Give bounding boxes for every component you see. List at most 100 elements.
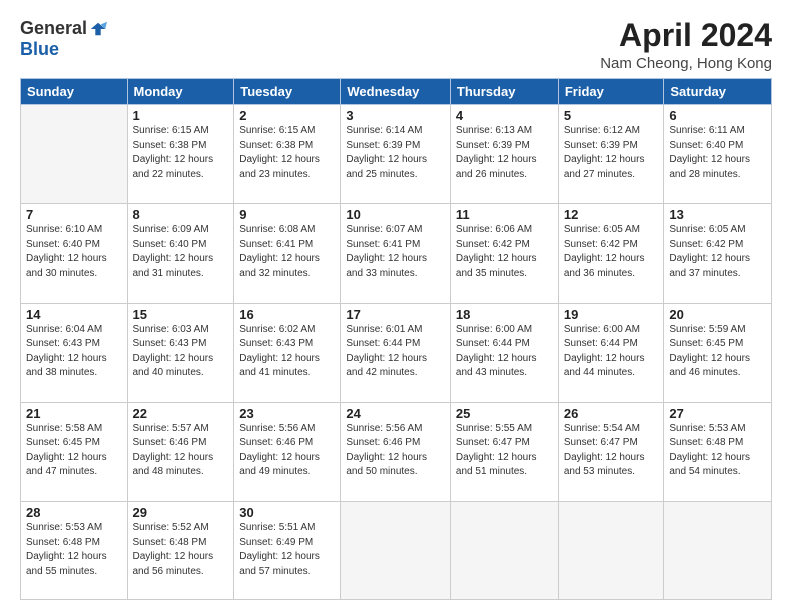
day-info: Sunrise: 5:53 AMSunset: 6:48 PMDaylight:… xyxy=(669,422,766,480)
calendar-day-cell: 11Sunrise: 6:06 AMSunset: 6:42 PMDayligh… xyxy=(450,204,558,303)
calendar-day-cell: 3Sunrise: 6:14 AMSunset: 6:39 PMDaylight… xyxy=(341,105,451,204)
day-number: 18 xyxy=(456,307,553,322)
day-info: Sunrise: 6:05 AMSunset: 6:42 PMDaylight:… xyxy=(564,223,659,281)
day-number: 17 xyxy=(346,307,445,322)
calendar-day-cell: 19Sunrise: 6:00 AMSunset: 6:44 PMDayligh… xyxy=(558,303,664,402)
calendar-day-cell: 21Sunrise: 5:58 AMSunset: 6:45 PMDayligh… xyxy=(21,402,128,501)
header: General Blue April 2024 Nam Cheong, Hong… xyxy=(20,18,772,72)
day-number: 10 xyxy=(346,207,445,222)
day-info: Sunrise: 5:51 AMSunset: 6:49 PMDaylight:… xyxy=(239,521,335,579)
calendar-day-cell: 10Sunrise: 6:07 AMSunset: 6:41 PMDayligh… xyxy=(341,204,451,303)
day-number: 20 xyxy=(669,307,766,322)
logo: General Blue xyxy=(20,18,107,60)
logo-blue-text: Blue xyxy=(20,39,59,60)
day-number: 2 xyxy=(239,108,335,123)
calendar-week-row: 7Sunrise: 6:10 AMSunset: 6:40 PMDaylight… xyxy=(21,204,772,303)
day-number: 24 xyxy=(346,406,445,421)
calendar-day-cell: 6Sunrise: 6:11 AMSunset: 6:40 PMDaylight… xyxy=(664,105,772,204)
calendar-day-header: Saturday xyxy=(664,79,772,105)
day-info: Sunrise: 6:08 AMSunset: 6:41 PMDaylight:… xyxy=(239,223,335,281)
calendar-day-cell: 9Sunrise: 6:08 AMSunset: 6:41 PMDaylight… xyxy=(234,204,341,303)
day-info: Sunrise: 6:10 AMSunset: 6:40 PMDaylight:… xyxy=(26,223,122,281)
day-number: 28 xyxy=(26,505,122,520)
day-number: 25 xyxy=(456,406,553,421)
day-info: Sunrise: 5:56 AMSunset: 6:46 PMDaylight:… xyxy=(346,422,445,480)
day-number: 19 xyxy=(564,307,659,322)
calendar-table: SundayMondayTuesdayWednesdayThursdayFrid… xyxy=(20,78,772,600)
calendar-day-cell xyxy=(21,105,128,204)
day-info: Sunrise: 6:06 AMSunset: 6:42 PMDaylight:… xyxy=(456,223,553,281)
day-number: 21 xyxy=(26,406,122,421)
calendar-day-cell: 17Sunrise: 6:01 AMSunset: 6:44 PMDayligh… xyxy=(341,303,451,402)
calendar-day-cell: 28Sunrise: 5:53 AMSunset: 6:48 PMDayligh… xyxy=(21,502,128,600)
day-info: Sunrise: 6:14 AMSunset: 6:39 PMDaylight:… xyxy=(346,124,445,182)
day-number: 7 xyxy=(26,207,122,222)
day-info: Sunrise: 6:09 AMSunset: 6:40 PMDaylight:… xyxy=(133,223,229,281)
calendar-week-row: 28Sunrise: 5:53 AMSunset: 6:48 PMDayligh… xyxy=(21,502,772,600)
calendar-day-cell: 2Sunrise: 6:15 AMSunset: 6:38 PMDaylight… xyxy=(234,105,341,204)
day-number: 16 xyxy=(239,307,335,322)
calendar-day-cell xyxy=(450,502,558,600)
calendar-day-cell: 5Sunrise: 6:12 AMSunset: 6:39 PMDaylight… xyxy=(558,105,664,204)
day-info: Sunrise: 6:13 AMSunset: 6:39 PMDaylight:… xyxy=(456,124,553,182)
day-info: Sunrise: 6:12 AMSunset: 6:39 PMDaylight:… xyxy=(564,124,659,182)
day-number: 4 xyxy=(456,108,553,123)
calendar-day-cell xyxy=(558,502,664,600)
calendar-header-row: SundayMondayTuesdayWednesdayThursdayFrid… xyxy=(21,79,772,105)
calendar-day-cell xyxy=(664,502,772,600)
calendar-day-cell: 26Sunrise: 5:54 AMSunset: 6:47 PMDayligh… xyxy=(558,402,664,501)
day-number: 22 xyxy=(133,406,229,421)
location: Nam Cheong, Hong Kong xyxy=(600,55,772,72)
day-number: 29 xyxy=(133,505,229,520)
calendar-day-cell: 15Sunrise: 6:03 AMSunset: 6:43 PMDayligh… xyxy=(127,303,234,402)
logo-general-text: General xyxy=(20,18,87,39)
day-number: 8 xyxy=(133,207,229,222)
calendar-day-cell: 29Sunrise: 5:52 AMSunset: 6:48 PMDayligh… xyxy=(127,502,234,600)
calendar-day-cell: 12Sunrise: 6:05 AMSunset: 6:42 PMDayligh… xyxy=(558,204,664,303)
calendar-day-cell: 22Sunrise: 5:57 AMSunset: 6:46 PMDayligh… xyxy=(127,402,234,501)
day-number: 1 xyxy=(133,108,229,123)
day-info: Sunrise: 5:59 AMSunset: 6:45 PMDaylight:… xyxy=(669,323,766,381)
day-number: 12 xyxy=(564,207,659,222)
calendar-week-row: 1 Sunrise: 6:15 AMSunset: 6:38 PMDaylight… xyxy=(21,105,772,204)
calendar-day-header: Monday xyxy=(127,79,234,105)
page: General Blue April 2024 Nam Cheong, Hong… xyxy=(0,0,792,612)
calendar-day-header: Wednesday xyxy=(341,79,451,105)
calendar-day-cell: 23Sunrise: 5:56 AMSunset: 6:46 PMDayligh… xyxy=(234,402,341,501)
day-info: Sunrise: 5:54 AMSunset: 6:47 PMDaylight:… xyxy=(564,422,659,480)
calendar-day-cell: 30Sunrise: 5:51 AMSunset: 6:49 PMDayligh… xyxy=(234,502,341,600)
calendar-day-cell: 4Sunrise: 6:13 AMSunset: 6:39 PMDaylight… xyxy=(450,105,558,204)
day-number: 3 xyxy=(346,108,445,123)
day-info: Sunrise: 5:56 AMSunset: 6:46 PMDaylight:… xyxy=(239,422,335,480)
calendar-week-row: 14Sunrise: 6:04 AMSunset: 6:43 PMDayligh… xyxy=(21,303,772,402)
day-info: Sunrise: 6:15 AMSunset: 6:38 PMDaylight:… xyxy=(239,124,335,182)
day-info: Sunrise: 5:57 AMSunset: 6:46 PMDaylight:… xyxy=(133,422,229,480)
day-number: 23 xyxy=(239,406,335,421)
day-info: Sunrise: 5:53 AMSunset: 6:48 PMDaylight:… xyxy=(26,521,122,579)
day-info: Sunrise: 5:52 AMSunset: 6:48 PMDaylight:… xyxy=(133,521,229,579)
day-number: 5 xyxy=(564,108,659,123)
day-number: 14 xyxy=(26,307,122,322)
calendar-day-cell: 8Sunrise: 6:09 AMSunset: 6:40 PMDaylight… xyxy=(127,204,234,303)
day-info: Sunrise: 6:00 AMSunset: 6:44 PMDaylight:… xyxy=(564,323,659,381)
day-info: Sunrise: 6:04 AMSunset: 6:43 PMDaylight:… xyxy=(26,323,122,381)
day-number: 6 xyxy=(669,108,766,123)
calendar-week-row: 21Sunrise: 5:58 AMSunset: 6:45 PMDayligh… xyxy=(21,402,772,501)
calendar-day-cell: 16Sunrise: 6:02 AMSunset: 6:43 PMDayligh… xyxy=(234,303,341,402)
calendar-day-header: Thursday xyxy=(450,79,558,105)
calendar-day-header: Sunday xyxy=(21,79,128,105)
month-title: April 2024 xyxy=(600,18,772,53)
day-info: Sunrise: 6:01 AMSunset: 6:44 PMDaylight:… xyxy=(346,323,445,381)
title-block: April 2024 Nam Cheong, Hong Kong xyxy=(600,18,772,72)
day-info: Sunrise: 5:55 AMSunset: 6:47 PMDaylight:… xyxy=(456,422,553,480)
day-info: Sunrise: 6:02 AMSunset: 6:43 PMDaylight:… xyxy=(239,323,335,381)
day-info: Sunrise: 6:05 AMSunset: 6:42 PMDaylight:… xyxy=(669,223,766,281)
calendar-day-header: Friday xyxy=(558,79,664,105)
calendar-day-cell: 14Sunrise: 6:04 AMSunset: 6:43 PMDayligh… xyxy=(21,303,128,402)
logo-bird-icon xyxy=(89,20,107,38)
day-info: Sunrise: 6:00 AMSunset: 6:44 PMDaylight:… xyxy=(456,323,553,381)
calendar-day-cell xyxy=(341,502,451,600)
calendar-day-cell: 25Sunrise: 5:55 AMSunset: 6:47 PMDayligh… xyxy=(450,402,558,501)
calendar-day-cell: 27Sunrise: 5:53 AMSunset: 6:48 PMDayligh… xyxy=(664,402,772,501)
day-number: 27 xyxy=(669,406,766,421)
